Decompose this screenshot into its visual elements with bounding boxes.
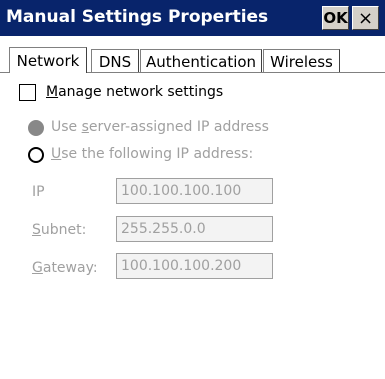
tab-authentication[interactable]: Authentication [140, 49, 262, 73]
ip-label: IP [32, 184, 45, 200]
tab-strip: Network DNS Authentication Wireless [0, 36, 385, 73]
manage-network-label[interactable]: Manage network settings [46, 84, 223, 100]
ip-field[interactable]: 100.100.100.100 [116, 178, 273, 204]
subnet-field[interactable]: 255.255.0.0 [116, 216, 273, 242]
ok-button[interactable]: OK [322, 6, 349, 30]
server-assigned-radio[interactable] [28, 120, 44, 136]
server-assigned-label[interactable]: Use server-assigned IP address [51, 119, 269, 135]
tab-baseline-right [87, 72, 385, 73]
gateway-field[interactable]: 100.100.100.200 [116, 253, 273, 279]
manual-ip-label[interactable]: Use the following IP address: [51, 146, 253, 162]
title-bar: Manual Settings Properties OK × [0, 0, 385, 36]
close-button[interactable]: × [352, 6, 379, 30]
subnet-label: Subnet: [32, 222, 87, 238]
manual-ip-radio[interactable] [28, 147, 44, 163]
tab-baseline-left [0, 72, 9, 73]
tab-network[interactable]: Network [9, 47, 87, 73]
window-title: Manual Settings Properties [6, 7, 269, 27]
gateway-label: Gateway: [32, 260, 98, 276]
tab-wireless[interactable]: Wireless [263, 49, 340, 73]
tab-dns[interactable]: DNS [91, 49, 139, 73]
manage-network-checkbox[interactable] [19, 84, 36, 101]
